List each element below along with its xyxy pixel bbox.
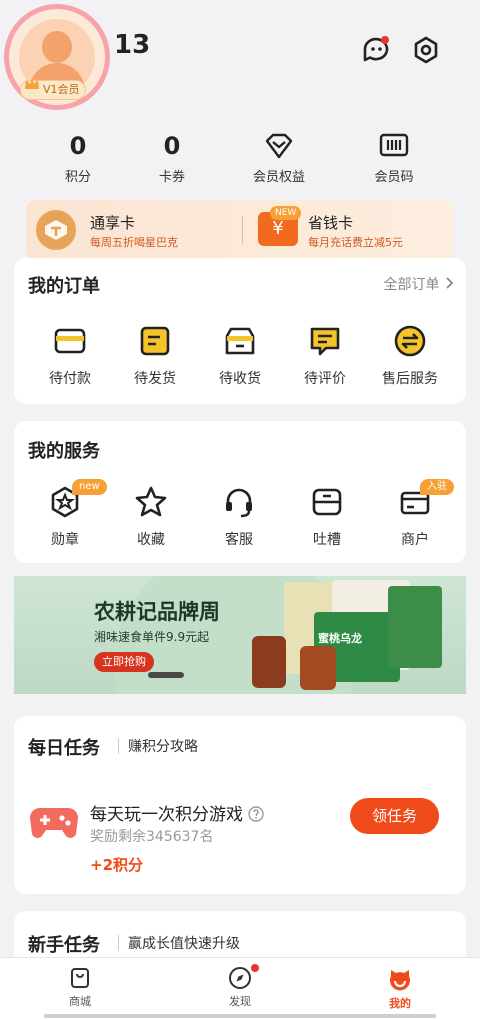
member-code-label: 会员码 [374,170,414,185]
vip-label: V1会员 [43,83,80,96]
package-list-icon [140,326,170,356]
banner-title: 农耕记品牌周 [94,600,220,624]
coupons-stat[interactable]: 0 卡券 [122,130,222,185]
task-title: 每天玩一次积分游戏 [90,800,265,825]
order-pending-receipt[interactable]: 待收货 [195,324,285,388]
box-icon [225,327,255,355]
chopsticks-image [148,672,184,678]
tongxiang-card-subtitle: 每周五折喝星巴克 [90,236,178,249]
task-remaining: 奖励剩余345637名 [90,829,214,845]
daily-tasks-divider [118,738,119,754]
promo-divider [242,216,243,244]
profile-header: V1会员 13 [0,0,480,120]
service-favorites[interactable]: 收藏 [106,485,196,549]
feedback-icon [312,488,342,516]
message-unread-dot [381,36,389,44]
gamepad-icon [30,808,78,838]
points-stat[interactable]: 0 积分 [28,130,128,185]
service-medal-label: 勋章 [51,532,79,548]
banner-buy-button[interactable]: 立即抢购 [94,652,154,672]
product-green-box [388,586,442,668]
services-card: 我的服务 勋章 new 收藏 客服 吐槽 商户 入驻 [14,421,466,563]
orders-title: 我的订单 [28,276,100,297]
product-tea-label: 蜜桃乌龙 [318,632,362,645]
headset-icon [226,488,252,518]
service-merchant-badge: 入驻 [420,479,454,495]
order-pending-shipment-label: 待发货 [134,371,176,387]
coupons-label: 卡券 [158,170,185,185]
task-title-text: 每天玩一次积分游戏 [90,805,243,825]
newbie-tasks-title: 新手任务 [28,935,100,956]
chevron-right-icon [446,277,454,289]
points-label: 积分 [64,170,91,185]
exchange-icon [394,325,426,357]
order-pending-review-label: 待评价 [304,371,346,387]
comment-icon [310,327,340,356]
banner-subtitle: 湘味速食单件9.9元起 [94,630,210,644]
barcode-icon [379,133,409,157]
stats-row: 0 积分 0 卡券 会员权益 会员码 [0,130,480,186]
service-medal-badge: new [72,479,107,495]
order-after-sales[interactable]: 售后服务 [365,324,455,388]
member-benefits-stat[interactable]: 会员权益 [229,130,329,185]
service-customer-support[interactable]: 客服 [194,485,284,549]
orders-card: 我的订单 全部订单 待付款 待发货 待收货 待评价 售后服务 [14,258,466,404]
services-title: 我的服务 [28,441,100,462]
claim-task-button[interactable]: 领任务 [350,798,440,834]
order-pending-payment[interactable]: 待付款 [25,324,115,388]
brand-week-banner[interactable]: 农耕记品牌周 湘味速食单件9.9元起 立即抢购 蜜桃乌龙 [14,576,466,694]
points-value: 0 [69,132,87,160]
product-jar-image [252,636,286,688]
newbie-tasks-divider [118,935,119,951]
tab-mine[interactable]: 我的 [350,966,450,1011]
tab-discover-label: 发现 [229,995,251,1008]
all-orders-link[interactable]: 全部订单 [384,274,454,294]
shopping-bag-icon [71,968,89,988]
saving-card-subtitle: 每月充话费立减5元 [308,236,403,249]
saving-card-title: 省钱卡 [308,214,354,232]
daily-tasks-card: 每日任务 赚积分攻略 每天玩一次积分游戏 奖励剩余345637名 +2积分 领任… [14,716,466,894]
service-merchant-label: 商户 [401,532,429,548]
order-after-sales-label: 售后服务 [382,371,438,387]
crown-icon [25,78,39,89]
wallet-icon [54,328,86,354]
member-code-stat[interactable]: 会员码 [344,130,444,185]
growth-link[interactable]: 赢成长值快速升级 [128,933,240,953]
star-icon [135,486,167,517]
settings-icon[interactable] [410,34,442,66]
membership-promo-card: 通享卡 每周五折喝星巴克 ¥ NEW 省钱卡 每月充话费立减5元 [26,200,454,260]
vip-badge[interactable]: V1会员 [20,78,86,100]
home-indicator [44,1014,436,1018]
service-customer-support-label: 客服 [225,532,253,548]
diamond-icon [265,133,293,159]
discover-unread-dot [251,964,259,972]
service-favorites-label: 收藏 [137,532,165,548]
bottom-tabbar: 商城 发现 我的 [0,957,480,1019]
product-jar2-image [300,646,336,690]
order-pending-review[interactable]: 待评价 [280,324,370,388]
all-orders-label: 全部订单 [383,277,440,293]
tongxiang-card-title: 通享卡 [90,214,136,232]
smiley-icon [390,970,410,991]
tab-mine-label: 我的 [389,997,411,1010]
tongxiang-card-icon [36,210,76,250]
points-guide-link[interactable]: 赚积分攻略 [128,736,198,756]
compass-icon [229,967,251,989]
new-tag: NEW [270,206,302,220]
help-icon[interactable] [248,806,265,822]
member-benefits-label: 会员权益 [252,170,305,185]
daily-tasks-title: 每日任务 [28,738,100,759]
tab-mall[interactable]: 商城 [30,966,130,1009]
task-reward: +2积分 [90,856,144,874]
order-pending-shipment[interactable]: 待发货 [110,324,200,388]
tab-discover[interactable]: 发现 [190,966,290,1009]
service-feedback-label: 吐槽 [313,532,341,548]
coupons-value: 0 [163,132,181,160]
order-pending-payment-label: 待付款 [49,371,91,387]
order-pending-receipt-label: 待收货 [219,371,261,387]
service-feedback[interactable]: 吐槽 [282,485,372,549]
tab-mall-label: 商城 [69,995,91,1008]
username: 13 [114,30,151,60]
